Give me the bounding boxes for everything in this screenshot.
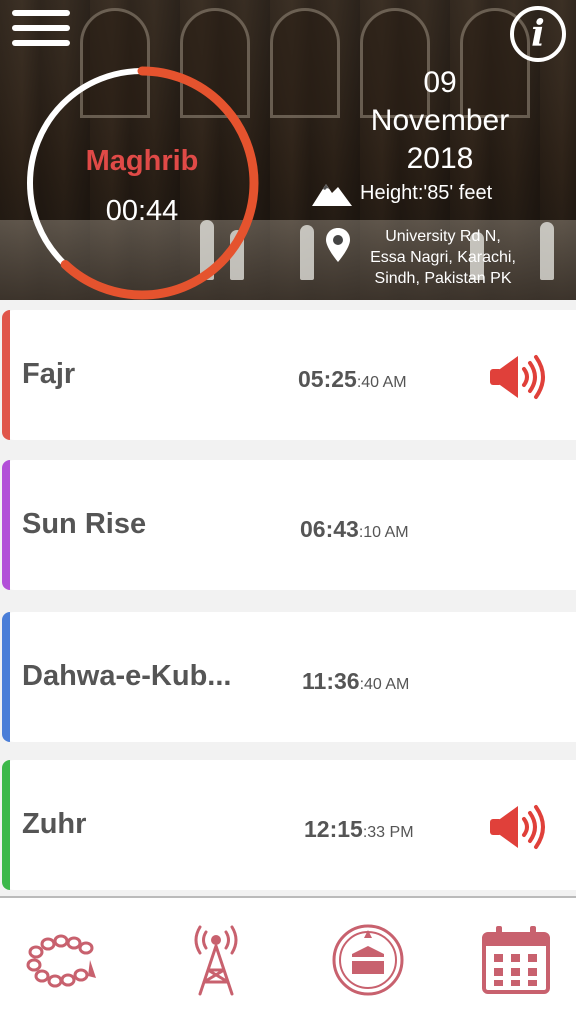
prayer-color-bar (2, 612, 10, 742)
prayer-row-zuhr[interactable]: Zuhr 12:15:33 PM (2, 760, 576, 890)
prayer-time: 12:15:33 PM (304, 816, 414, 843)
pilgrim-figure (540, 222, 554, 280)
prayer-name: Sun Rise (22, 508, 147, 540)
pilgrim-figure (300, 225, 314, 280)
hamburger-menu-icon[interactable] (12, 10, 70, 56)
prayer-countdown: 00:44 (105, 195, 179, 227)
date-month: November (370, 104, 510, 137)
tasbih-beads-icon[interactable] (26, 920, 106, 1000)
height-row: Height:'85' feet (312, 180, 492, 206)
prayer-color-bar (2, 760, 10, 890)
prayer-row-dahwa[interactable]: Dahwa-e-Kub... 11:36:40 AM (2, 612, 576, 742)
date-day: 09 (423, 66, 457, 99)
header-banner: i Maghrib 00:44 09 November 2018 Height:… (0, 0, 576, 300)
mountain-icon (312, 184, 352, 206)
prayer-time: 05:25:40 AM (298, 366, 407, 393)
prayer-times-list: Fajr 05:25:40 AM Sun Rise 06:43:10 AM Da… (0, 300, 576, 896)
prayer-name: Zuhr (22, 808, 87, 840)
prayer-name: Dahwa-e-Kub... (22, 660, 232, 692)
address-line: University Rd N, (385, 228, 501, 245)
location-pin-icon (326, 228, 350, 262)
prayer-time: 11:36:40 AM (302, 668, 409, 695)
prayer-color-bar (2, 460, 10, 590)
date-display: 09 November 2018 (360, 64, 520, 178)
location-row: University Rd N, Essa Nagri, Karachi, Si… (326, 226, 536, 289)
prayer-row-fajr[interactable]: Fajr 05:25:40 AM (2, 310, 576, 440)
speaker-alarm-icon[interactable] (488, 354, 554, 400)
prayer-time-main: 12:15 (304, 816, 363, 842)
address-line: Sindh, Pakistan PK (374, 270, 512, 287)
height-text: Height:'85' feet (360, 181, 493, 204)
bottom-navigation-bar (0, 896, 576, 1024)
prayer-time: 06:43:10 AM (300, 516, 409, 543)
prayer-name: Fajr (22, 358, 76, 390)
prayer-time-main: 11:36 (302, 668, 360, 694)
prayer-color-bar (2, 310, 10, 440)
prayer-time-main: 06:43 (300, 516, 359, 542)
radio-tower-icon[interactable] (176, 920, 256, 1000)
prayer-progress-ring (25, 66, 259, 300)
prayer-row-sunrise[interactable]: Sun Rise 06:43:10 AM (2, 460, 576, 590)
prayer-time-main: 05:25 (298, 366, 357, 392)
speaker-alarm-icon[interactable] (488, 804, 554, 850)
kaaba-compass-icon[interactable] (328, 920, 408, 1000)
date-year: 2018 (406, 142, 474, 175)
calendar-icon[interactable] (476, 920, 556, 1000)
address-text: University Rd N, Essa Nagri, Karachi, Si… (350, 226, 536, 289)
address-line: Essa Nagri, Karachi, (370, 249, 516, 266)
prayer-time-seconds: :40 AM (356, 374, 407, 391)
prayer-time-seconds: :40 AM (359, 676, 410, 693)
current-prayer-name: Maghrib (85, 145, 199, 177)
mosque-arch (270, 8, 340, 118)
prayer-time-seconds: :33 PM (362, 824, 414, 841)
info-icon[interactable]: i (510, 6, 566, 62)
prayer-time-seconds: :10 AM (358, 524, 409, 541)
